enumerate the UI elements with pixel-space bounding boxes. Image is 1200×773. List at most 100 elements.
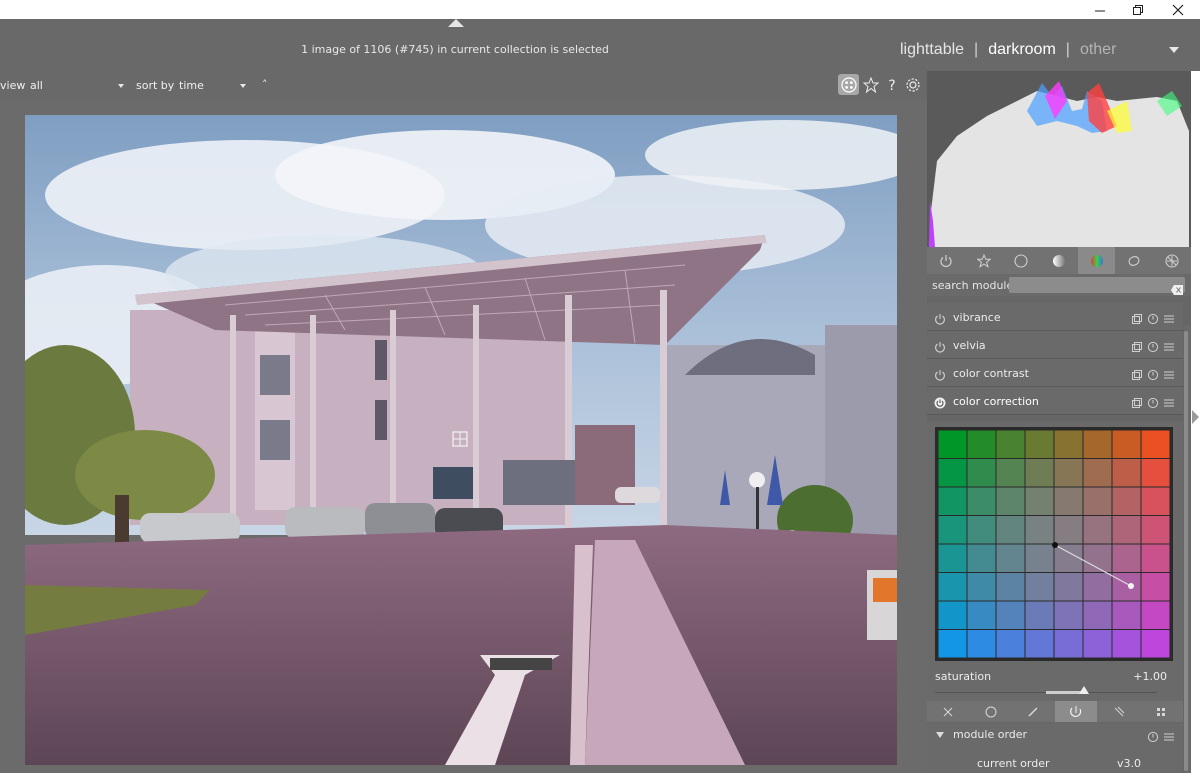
color-grid-cell	[966, 600, 997, 630]
view-lighttable[interactable]: lighttable	[900, 41, 964, 59]
scrollbar-thumb[interactable]	[1184, 331, 1188, 771]
module-list: vibrance velvia color contrast color cor…	[927, 303, 1183, 415]
color-grid-cell	[966, 458, 997, 488]
favorites-star-icon[interactable]	[965, 247, 1003, 274]
histogram[interactable]	[927, 71, 1191, 247]
power-icon[interactable]	[934, 310, 946, 329]
power-on-icon[interactable]	[934, 394, 946, 413]
reset-icon[interactable]	[1147, 338, 1159, 357]
combined-mask-icon[interactable]	[1097, 701, 1140, 722]
circle-mask-icon[interactable]	[970, 701, 1013, 722]
presets-icon[interactable]	[1163, 394, 1175, 413]
reset-x-icon[interactable]	[927, 701, 970, 722]
presets-icon[interactable]	[1163, 366, 1175, 385]
power-icon[interactable]	[934, 366, 946, 385]
sort-label: sort by	[136, 79, 175, 92]
shadows-point[interactable]	[1052, 542, 1058, 548]
collapse-right-arrow-icon[interactable]	[1192, 410, 1199, 424]
module-label: velvia	[953, 339, 986, 352]
color-grid-cell	[1140, 572, 1171, 602]
saturation-slider[interactable]	[935, 685, 1157, 699]
chevron-down-icon[interactable]	[118, 84, 124, 88]
slider-thumb[interactable]	[1079, 686, 1089, 694]
color-grid-cell	[1140, 600, 1171, 630]
color-grid-cell	[1024, 572, 1055, 602]
effect-icon[interactable]	[1153, 247, 1191, 274]
color-grid-cell	[937, 515, 968, 545]
reset-icon[interactable]	[1147, 394, 1159, 413]
color-grid-cell	[1024, 543, 1055, 573]
filter-bar: view all sort by time ˄ ?	[0, 71, 927, 99]
power-icon[interactable]	[927, 247, 965, 274]
color-correction-body: saturation +1.00	[927, 421, 1183, 706]
view-darkroom[interactable]: darkroom	[988, 41, 1056, 59]
reset-icon[interactable]	[1147, 728, 1159, 747]
module-vibrance[interactable]: vibrance	[927, 303, 1183, 331]
highlights-point[interactable]	[1128, 583, 1134, 589]
color-grid-cell	[1053, 458, 1084, 488]
color-grid-cell	[1111, 600, 1142, 630]
color-grid-cell	[995, 629, 1026, 659]
right-panel-scrollbar[interactable]	[1184, 325, 1190, 773]
tone-circle-icon[interactable]	[1040, 247, 1078, 274]
multi-instance-icon[interactable]	[1131, 338, 1143, 357]
restore-icon[interactable]	[1118, 0, 1158, 19]
minimize-icon[interactable]	[1080, 0, 1120, 19]
color-grid-cell	[966, 515, 997, 545]
color-grid-cell	[937, 572, 968, 602]
presets-icon[interactable]	[1163, 728, 1175, 747]
color-grid-cell	[966, 429, 997, 459]
collapse-triangle-icon[interactable]	[936, 732, 944, 738]
help-icon[interactable]: ?	[881, 74, 902, 95]
presets-icon[interactable]	[1163, 310, 1175, 329]
search-input[interactable]	[1009, 277, 1185, 293]
power-icon[interactable]	[934, 338, 946, 357]
collapse-top-arrow-icon[interactable]	[448, 19, 464, 27]
clear-icon[interactable]	[1171, 280, 1183, 299]
correct-shapes-icon[interactable]	[1115, 247, 1153, 274]
color-grid-cell	[966, 543, 997, 573]
module-velvia[interactable]: velvia	[927, 331, 1183, 359]
module-order-section[interactable]: module order current order v3.0	[927, 723, 1183, 773]
color-correction-grid[interactable]	[935, 427, 1173, 661]
color-grid-cell	[1024, 458, 1055, 488]
color-grid-cell	[995, 458, 1026, 488]
module-label: color contrast	[953, 367, 1029, 380]
color-grid-cell	[1053, 600, 1084, 630]
multi-instance-icon[interactable]	[1131, 394, 1143, 413]
view-other[interactable]: other	[1080, 41, 1116, 59]
reset-icon[interactable]	[1147, 310, 1159, 329]
color-grid-cell	[966, 572, 997, 602]
color-grid-cell	[1024, 600, 1055, 630]
star-icon[interactable]	[860, 74, 881, 95]
sort-select[interactable]: time	[179, 79, 204, 92]
module-color-contrast[interactable]: color contrast	[927, 359, 1183, 387]
color-grid-cell	[937, 629, 968, 659]
close-icon[interactable]	[1158, 0, 1198, 19]
module-color-correction[interactable]: color correction	[927, 387, 1183, 415]
module-search: search module	[927, 274, 1191, 296]
views-dropdown-icon[interactable]	[1169, 47, 1179, 53]
color-grid-cell	[1024, 629, 1055, 659]
color-grid-cell	[1024, 429, 1055, 459]
chevron-down-icon[interactable]	[240, 84, 246, 88]
color-grid-cell	[995, 600, 1026, 630]
multi-instance-icon[interactable]	[1131, 366, 1143, 385]
parametric-mask-icon[interactable]	[1054, 701, 1098, 722]
sort-order-toggle[interactable]: ˄	[262, 78, 268, 91]
color-grid-cell	[966, 486, 997, 516]
view-filter-select[interactable]: all	[30, 79, 43, 92]
color-circle-icon[interactable]	[1077, 247, 1116, 274]
image-preview[interactable]	[25, 115, 897, 765]
reset-icon[interactable]	[1147, 366, 1159, 385]
color-grid-cell	[1053, 572, 1084, 602]
multi-instance-icon[interactable]	[1131, 310, 1143, 329]
base-circle-icon[interactable]	[1002, 247, 1040, 274]
top-header: 1 image of 1106 (#745) in current collec…	[0, 19, 1200, 71]
gear-icon[interactable]	[902, 74, 923, 95]
raster-mask-icon[interactable]	[1140, 701, 1183, 722]
brush-mask-icon[interactable]	[1012, 701, 1055, 722]
presets-icon[interactable]	[1163, 338, 1175, 357]
grid-icon[interactable]	[838, 74, 859, 95]
color-grid-cell	[966, 629, 997, 659]
